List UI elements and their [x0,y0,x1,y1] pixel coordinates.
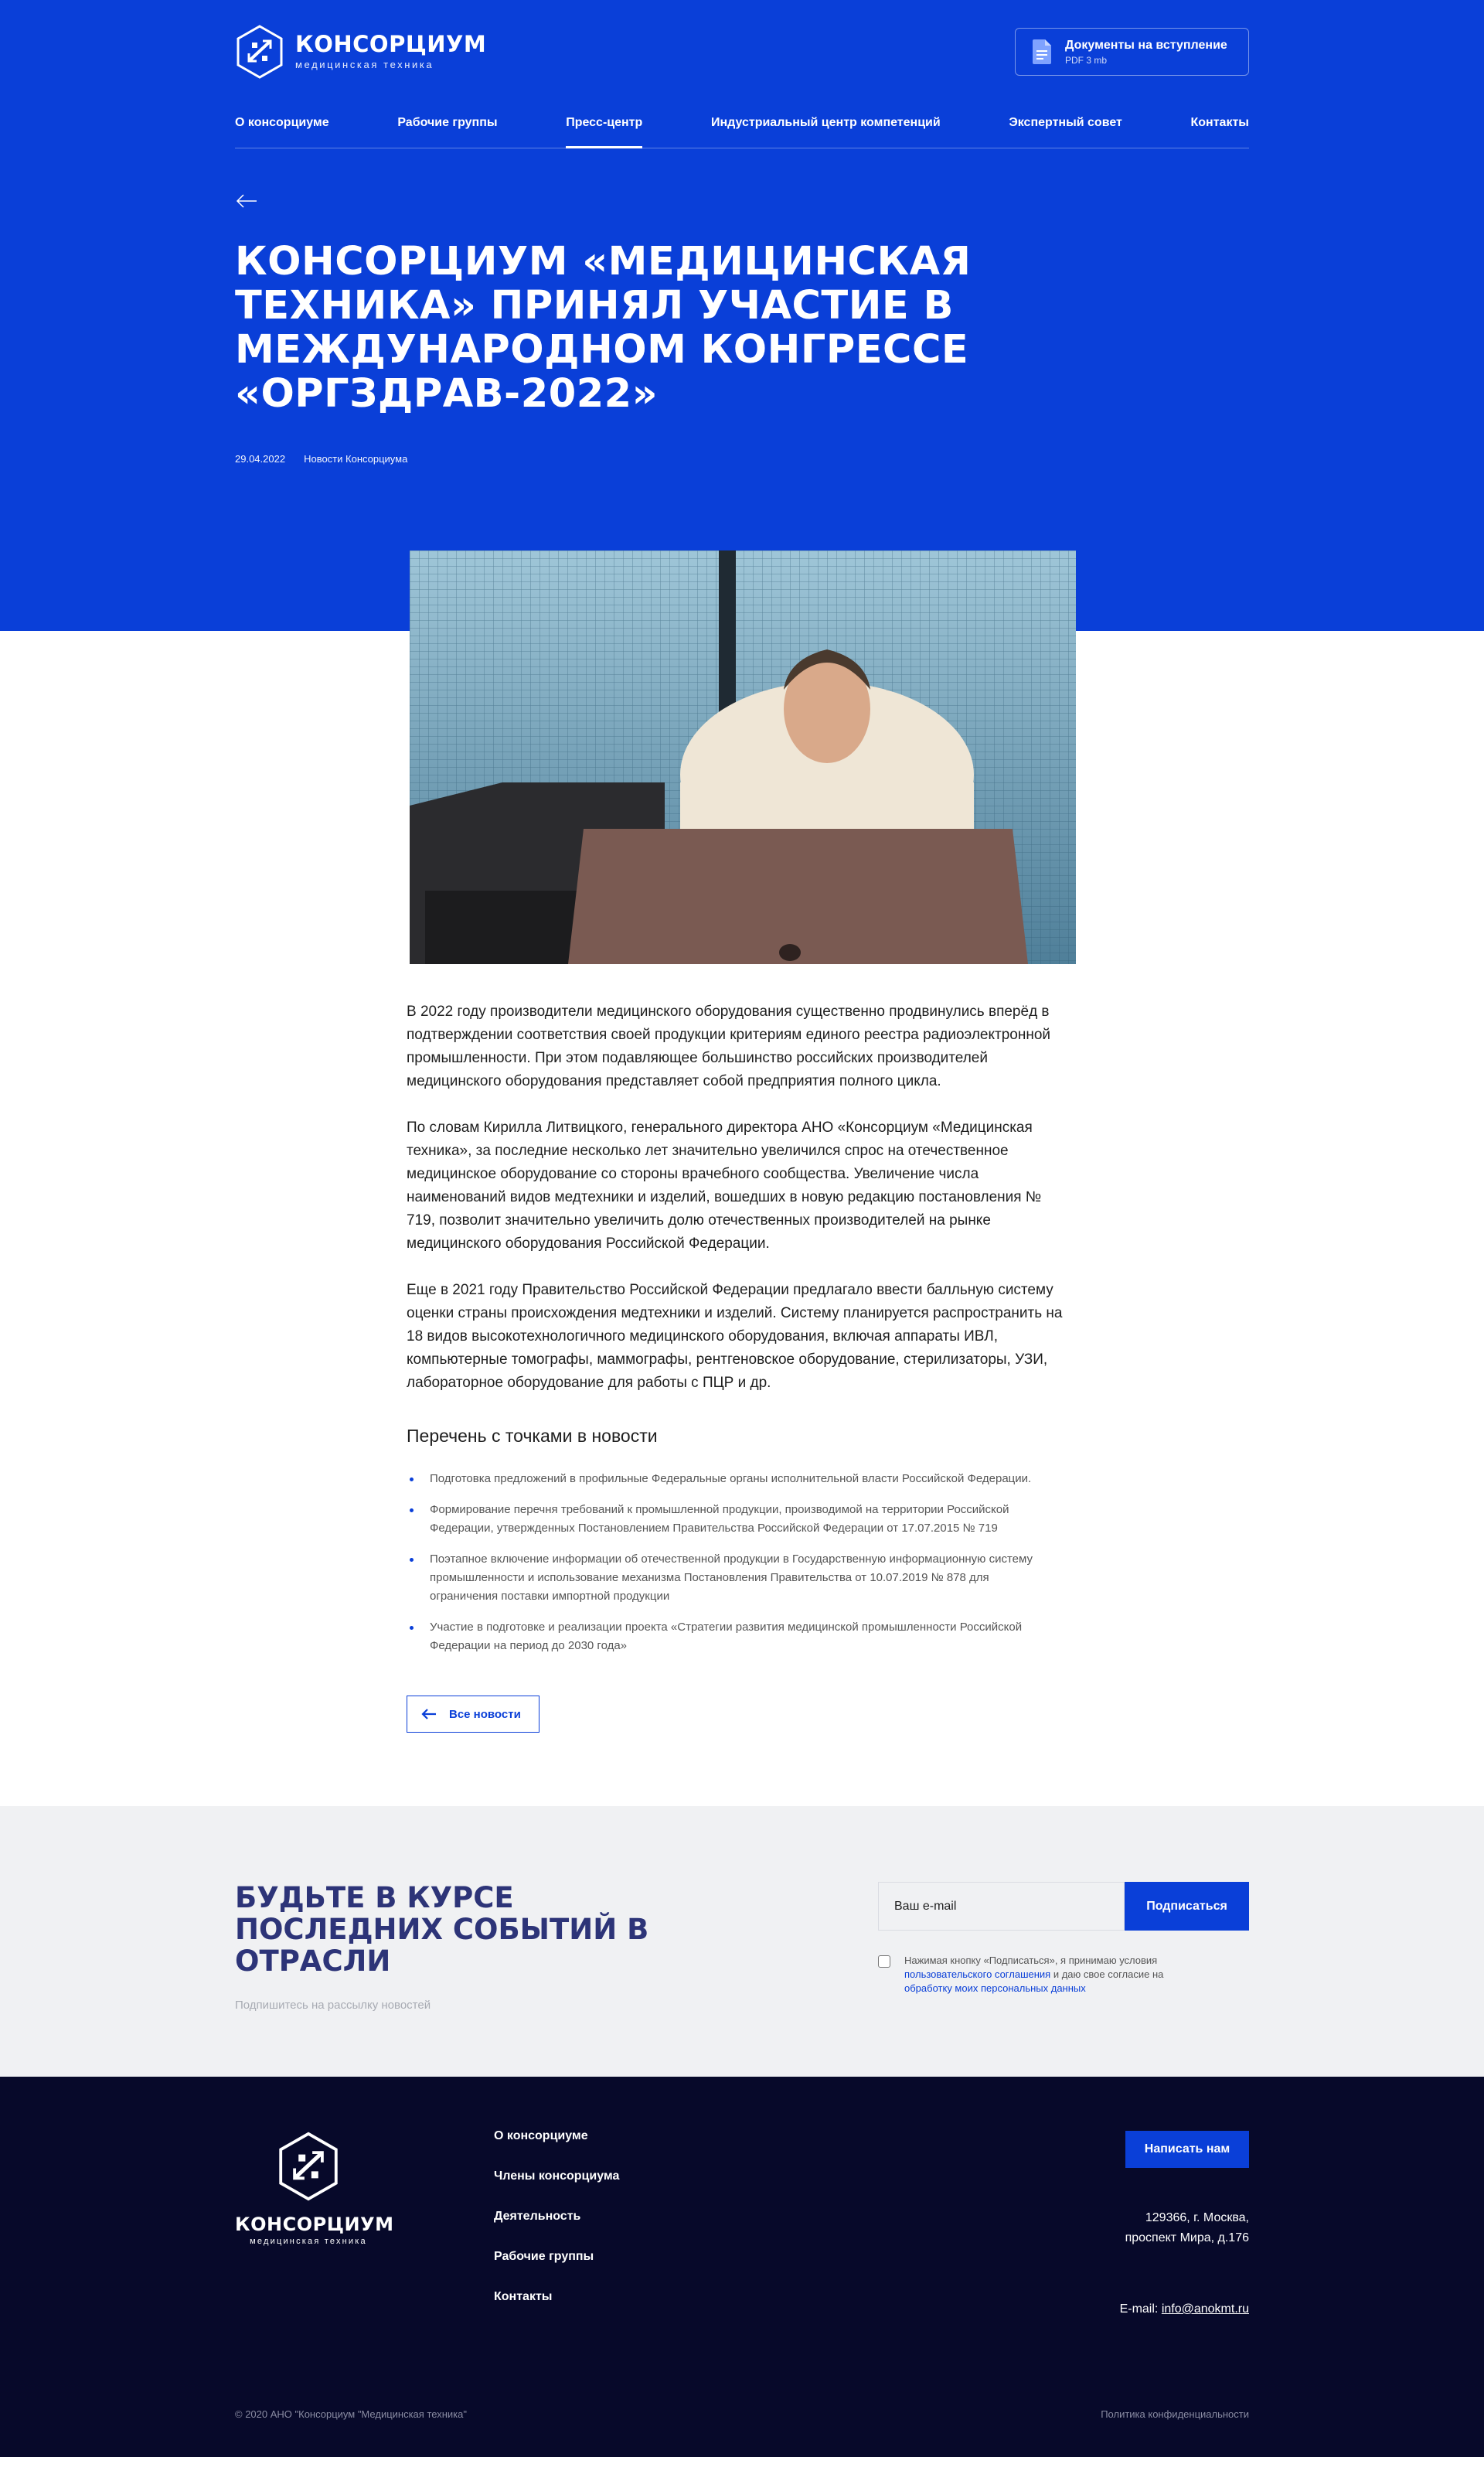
address-line: 129366, г. Москва, [1145,2211,1249,2224]
documents-meta: PDF 3 mb [1065,54,1108,66]
footer-nav-item[interactable]: О консорциуме [494,2129,619,2143]
list-item: Подготовка предложений в профильные Феде… [407,1470,1042,1488]
logo[interactable]: КОНСОРЦИУМ медицинская техника [235,24,486,80]
consent-checkbox[interactable] [878,1955,890,1968]
article-title: КОНСОРЦИУМ «МЕДИЦИНСКАЯ ТЕХНИКА» ПРИНЯЛ … [235,239,972,417]
footer-nav-item[interactable]: Члены консорциума [494,2169,619,2183]
list-item: Формирование перечня требований к промыш… [407,1501,1042,1538]
nav-item-competence-center[interactable]: Индустриальный центр компетенций [711,116,941,148]
footer-address: 129366, г. Москва, проспект Мира, д.176 [1120,2208,1249,2248]
footer-logo-name: КОНСОРЦИУМ [235,2214,394,2235]
document-icon [1033,39,1051,64]
article-meta: 29.04.2022 Новости Консорциума [235,453,1249,465]
subscribe-section: БУДЬТЕ В КУРСЕ ПОСЛЕДНИХ СОБЫТИЙ В ОТРАС… [0,1806,1484,2077]
consent: Нажимая кнопку «Подписаться», я принимаю… [878,1954,1249,1996]
nav-item-press-center[interactable]: Пресс-центр [566,116,643,148]
consent-text-mid: и даю свое согласие на [1053,1968,1164,1980]
list-heading: Перечень с точками в новости [407,1426,658,1446]
subscribe-hint: Подпишитесь на рассылку новостей [235,1999,431,2012]
privacy-policy-link[interactable]: Политика конфиденциальности [1101,2408,1249,2420]
logo-subtitle: медицинская техника [295,59,434,70]
nav-item-working-groups[interactable]: Рабочие группы [397,116,497,148]
email-input[interactable]: Ваш e-mail [878,1882,1125,1931]
article-date: 29.04.2022 [235,453,286,465]
arrow-left-icon [421,1709,436,1719]
consent-text: Нажимая кнопку «Подписаться», я принимаю… [904,1955,1158,1966]
documents-title: Документы на вступление [1065,38,1227,52]
subscribe-button[interactable]: Подписаться [1125,1882,1249,1931]
footer-nav-item[interactable]: Контакты [494,2290,619,2304]
article-paragraph: Еще в 2021 году Правительство Российской… [407,1282,1063,1391]
footer-email: E-mail: info@anokmt.ru [1120,2302,1249,2316]
email-label: E-mail: [1119,2302,1159,2316]
back-arrow-icon[interactable] [235,193,258,209]
subscribe-title: БУДЬТЕ В КУРСЕ ПОСЛЕДНИХ СОБЫТИЙ В ОТРАС… [235,1881,649,1978]
article-paragraph: По словам Кирилла Литвицкого, генерально… [407,1120,1042,1252]
list-item: Участие в подготовке и реализации проект… [407,1618,1042,1655]
nav-item-contacts[interactable]: Контакты [1191,116,1249,148]
write-us-button[interactable]: Написать нам [1125,2131,1249,2168]
personal-data-link[interactable]: обработку моих персональных данных [904,1982,1086,1994]
logo-hexagon-icon [279,2132,338,2201]
nav-item-expert-council[interactable]: Экспертный совет [1009,116,1122,148]
article-category[interactable]: Новости Консорциума [304,453,407,465]
footer-nav: О консорциуме Члены консорциума Деятельн… [494,2129,619,2330]
email-link[interactable]: info@anokmt.ru [1162,2302,1249,2316]
article-body: В 2022 году производители медицинского о… [407,631,1073,1733]
logo-hexagon-icon [237,25,283,79]
subscribe-form: Ваш e-mail Подписаться Нажимая кнопку «П… [878,1882,1249,2012]
main-nav: О консорциуме Рабочие группы Пресс-центр… [235,101,1249,148]
footer-nav-item[interactable]: Деятельность [494,2210,619,2224]
article-paragraph: В 2022 году производители медицинского о… [407,1004,1051,1089]
user-agreement-link[interactable]: пользовательского соглашения [904,1968,1050,1980]
all-news-label: Все новости [449,1707,521,1721]
footer: КОНСОРЦИУМ медицинская техника О консорц… [0,2077,1484,2457]
hero: КОНСОРЦИУМ медицинская техника Документы… [0,0,1484,964]
nav-item-about[interactable]: О консорциуме [235,116,329,148]
footer-logo[interactable]: КОНСОРЦИУМ медицинская техника [235,2131,394,2246]
footer-contacts: Написать нам 129366, г. Москва, проспект… [1120,2131,1249,2316]
topbar: КОНСОРЦИУМ медицинская техника Документы… [235,0,1249,101]
list-item: Поэтапное включение информации об отечес… [407,1550,1042,1606]
footer-nav-item[interactable]: Рабочие группы [494,2250,619,2264]
bullet-list: Подготовка предложений в профильные Феде… [407,1470,1073,1655]
footer-logo-subtitle: медицинская техника [250,2237,367,2246]
all-news-button[interactable]: Все новости [407,1696,539,1733]
documents-download-button[interactable]: Документы на вступление PDF 3 mb [1015,28,1249,76]
address-line: проспект Мира, д.176 [1125,2231,1249,2244]
copyright: © 2020 АНО "Консорциум "Медицинская техн… [235,2408,467,2420]
logo-name: КОНСОРЦИУМ [295,31,487,57]
